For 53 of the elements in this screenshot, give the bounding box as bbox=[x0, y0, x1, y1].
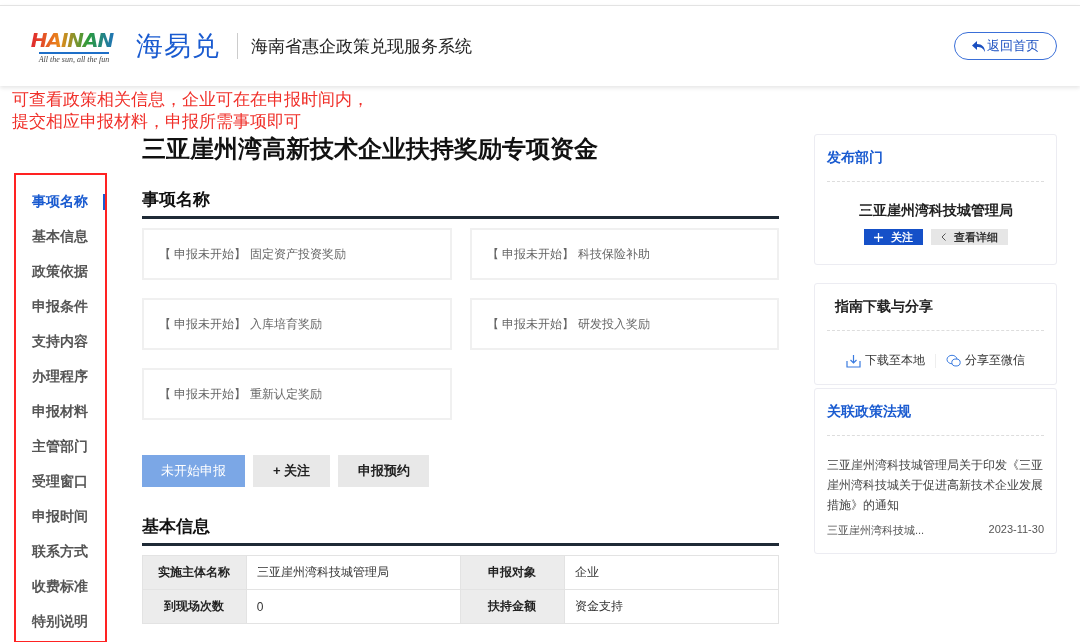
active-indicator bbox=[103, 193, 105, 210]
return-icon bbox=[972, 40, 985, 52]
sidebar-item[interactable]: 申报时间 bbox=[32, 499, 88, 534]
download-icon bbox=[846, 353, 861, 368]
chevron-left-icon bbox=[940, 233, 946, 241]
card-title: 发布部门 bbox=[827, 149, 883, 167]
item-card[interactable]: 【 申报未开始】 科技保险补助 bbox=[470, 228, 779, 280]
sidebar-item[interactable]: 事项名称 bbox=[32, 184, 88, 219]
follow-button[interactable]: 关注 bbox=[863, 229, 923, 245]
card-title: 指南下载与分享 bbox=[835, 298, 933, 316]
card-title: 关联政策法规 bbox=[827, 403, 911, 421]
action-button[interactable]: + 关注 bbox=[253, 455, 330, 487]
table-cell: 申报对象 bbox=[460, 555, 565, 590]
action-button[interactable]: 申报预约 bbox=[338, 455, 429, 487]
table-cell: 0 bbox=[246, 589, 461, 624]
brand-name: 海易兑 bbox=[136, 30, 220, 63]
table-cell: 实施主体名称 bbox=[142, 555, 247, 590]
annotation-text: 可查看政策相关信息，企业可在在申报时间内， bbox=[12, 89, 370, 111]
chat-icon bbox=[946, 353, 961, 368]
sidebar-item[interactable]: 主管部门 bbox=[32, 429, 88, 464]
sidebar-item[interactable]: 联系方式 bbox=[32, 534, 88, 569]
section-heading: 事项名称 bbox=[142, 189, 779, 219]
system-title: 海南省惠企政策兑现服务系统 bbox=[251, 35, 472, 58]
sidebar-item[interactable]: 政策依据 bbox=[32, 254, 88, 289]
item-card[interactable]: 【 申报未开始】 研发投入奖励 bbox=[470, 298, 779, 350]
sidebar-item[interactable]: 申报条件 bbox=[32, 289, 88, 324]
share-link[interactable]: 分享至微信 bbox=[936, 352, 1035, 369]
sidebar-item[interactable]: 办理程序 bbox=[32, 359, 88, 394]
table-cell: 到现场次数 bbox=[142, 589, 247, 624]
sidebar-item[interactable]: 基本信息 bbox=[32, 219, 88, 254]
item-card[interactable]: 【 申报未开始】 入库培育奖励 bbox=[142, 298, 452, 350]
item-card[interactable]: 【 申报未开始】 固定资产投资奖励 bbox=[142, 228, 452, 280]
sidebar-item[interactable]: 支持内容 bbox=[32, 324, 88, 359]
page-title: 三亚崖州湾高新技术企业扶持奖励专项资金 bbox=[142, 134, 599, 164]
download-link[interactable]: 下载至本地 bbox=[836, 352, 935, 369]
table-cell: 资金支持 bbox=[564, 589, 779, 624]
sidebar-item[interactable]: 受理窗口 bbox=[32, 464, 88, 499]
department-name: 三亚崖州湾科技城管理局 bbox=[857, 202, 1014, 220]
table-cell: 三亚崖州湾科技城管理局 bbox=[246, 555, 461, 590]
annotation-text: 提交相应申报材料，申报所需事项即可 bbox=[12, 111, 302, 133]
details-button[interactable]: 查看详细 bbox=[930, 229, 1008, 245]
sidebar-item[interactable]: 收费标准 bbox=[32, 569, 88, 604]
table-cell: 企业 bbox=[564, 555, 779, 590]
policy-link[interactable]: 三亚崖州湾科技城管理局关于印发《三亚崖州湾科技城关于促进高新技术企业发展措施》的通知 bbox=[827, 455, 1044, 515]
table-cell: 扶持金额 bbox=[460, 589, 565, 624]
policy-source: 三亚崖州湾科技城... bbox=[827, 523, 925, 538]
plus-icon bbox=[873, 232, 883, 242]
sidebar-item[interactable]: 特别说明 bbox=[32, 604, 88, 639]
section-heading: 基本信息 bbox=[142, 516, 779, 546]
policy-date: 2023-11-30 bbox=[988, 523, 1044, 537]
item-card[interactable]: 【 申报未开始】 重新认定奖励 bbox=[142, 368, 452, 420]
home-button[interactable]: 返回首页 bbox=[954, 32, 1057, 60]
sidebar-item[interactable]: 申报材料 bbox=[32, 394, 88, 429]
